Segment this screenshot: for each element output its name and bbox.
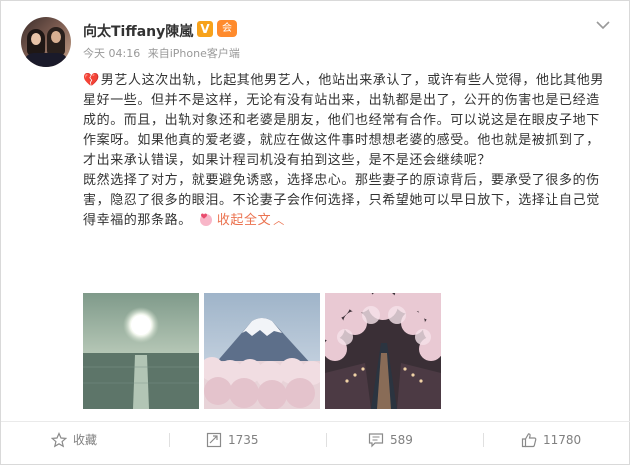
repost-icon (206, 432, 222, 448)
post-source[interactable]: iPhone客户端 (170, 47, 240, 60)
favorite-button[interactable]: 收藏 (51, 429, 97, 451)
action-separator (483, 433, 484, 447)
post-source-prefix: 来自 (147, 47, 170, 60)
action-separator (326, 433, 327, 447)
post-body: 💔男艺人这次出轨，比起其他男艺人，他站出来承认了，或许有些人觉得，他比其他男星好… (83, 71, 611, 231)
post-paragraph-2: 既然选择了对方，就要避免诱惑，选择忠心。那些妻子的原谅背后，要承受了很多的伤害，… (83, 171, 611, 231)
post-paragraph-1: 💔男艺人这次出轨，比起其他男艺人，他站出来承认了，或许有些人觉得，他比其他男星好… (83, 71, 611, 171)
user-name[interactable]: 向太Tiffany陳嵐 (83, 21, 193, 41)
collapse-text-link[interactable]: 收起全文 (217, 213, 271, 228)
comment-button[interactable]: 589 (368, 429, 413, 451)
post-meta: 今天 04:16 来自iPhone客户端 (83, 45, 244, 61)
action-separator (169, 433, 170, 447)
repost-button[interactable]: 1735 (206, 429, 259, 451)
post-paragraph-2-text: 既然选择了对方，就要避免诱惑，选择忠心。那些妻子的原谅背后，要承受了很多的伤害，… (83, 173, 600, 228)
post-image-blossom-river[interactable] (325, 293, 441, 409)
post-time[interactable]: 今天 04:16 (83, 47, 140, 60)
favorite-label: 收藏 (73, 433, 98, 447)
chevron-up-icon[interactable]: ︿ (273, 214, 285, 227)
avatar[interactable] (21, 17, 71, 67)
broken-heart-icon: 💔 (83, 73, 100, 88)
post-image-mountain[interactable] (204, 293, 320, 409)
like-count: 11780 (543, 433, 582, 447)
verified-badge-icon: V (197, 21, 213, 37)
heart-face-emoji (199, 213, 212, 226)
thumbs-up-icon (521, 433, 537, 448)
like-button[interactable]: 11780 (521, 429, 581, 451)
repost-count: 1735 (228, 433, 259, 447)
chevron-down-icon[interactable] (594, 19, 612, 33)
star-icon (51, 432, 67, 448)
post-image-sunrise[interactable] (83, 293, 199, 409)
action-bar-divider (1, 421, 630, 422)
comment-count: 589 (390, 433, 413, 447)
comment-icon (368, 433, 384, 448)
weibo-card: 向太Tiffany陳嵐 V 会 今天 04:16 来自iPhone客户端 💔男艺… (0, 0, 630, 465)
vip-badge-icon[interactable]: 会 (217, 20, 237, 37)
post-paragraph-1-text: 男艺人这次出轨，比起其他男艺人，他站出来承认了，或许有些人觉得，他比其他男星好一… (83, 73, 604, 168)
